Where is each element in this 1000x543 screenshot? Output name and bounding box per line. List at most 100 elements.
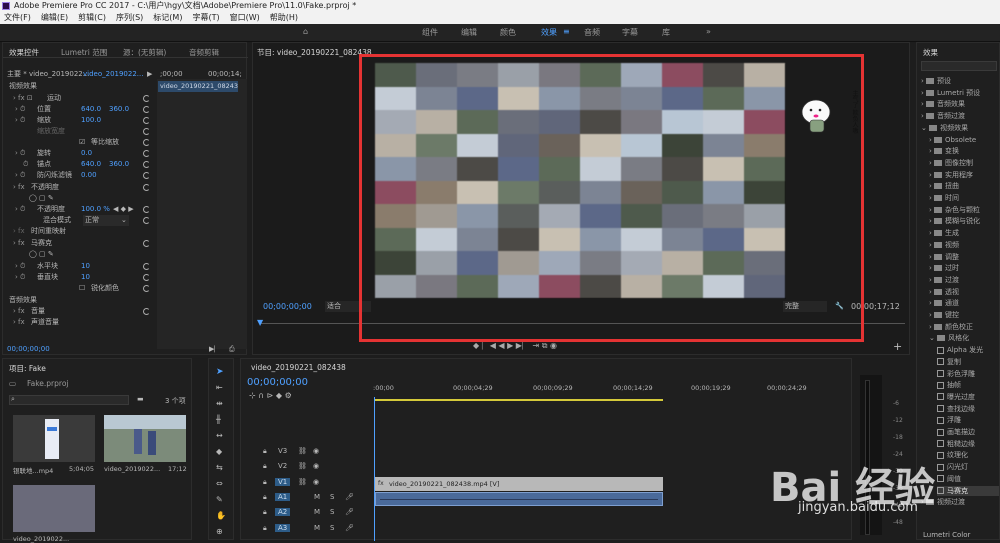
menu-file[interactable]: 文件(F) (4, 13, 31, 22)
chevron-down-icon[interactable]: ⌄ (921, 124, 929, 132)
effects-tree-item[interactable]: › Lumetri 预设 (921, 88, 980, 98)
rotation-value[interactable]: 0.0 (81, 148, 92, 159)
menu-help[interactable]: 帮助(H) (270, 13, 298, 22)
v-blocks-value[interactable]: 10 (81, 272, 90, 283)
razor-icon[interactable]: ◆ (216, 447, 222, 456)
effects-tree-item[interactable]: › 音频过渡 (921, 111, 965, 121)
effects-tree-item[interactable]: 马赛克 (937, 485, 999, 496)
effects-tree-item[interactable]: 复制 (937, 357, 961, 367)
position-y[interactable]: 360.0 (109, 104, 129, 115)
stopwatch-active-icon[interactable]: › ⏱ (15, 204, 26, 215)
track-label-a1[interactable]: A1 (275, 492, 291, 501)
workspace-color[interactable]: 颜色 (500, 27, 516, 38)
reset-icon[interactable] (143, 240, 150, 247)
effects-tree-item[interactable]: › Obsolete (929, 135, 976, 145)
solo-button[interactable]: S (330, 524, 334, 532)
workspace-captions[interactable]: 字幕 (622, 27, 638, 38)
sequence-clip[interactable]: video_2019022... (83, 69, 143, 80)
fx-volume-icon[interactable]: › fx (13, 306, 25, 317)
effects-tree-item[interactable]: 抽帧 (937, 380, 961, 390)
chevron-down-icon[interactable]: ⌄ (929, 334, 937, 342)
track-label-v2[interactable]: V2 (275, 462, 290, 470)
keyframe-nav-icon[interactable]: ◀ ◆ ▶ (113, 204, 134, 215)
effects-tree-item[interactable]: ⌄ 风格化 (929, 333, 969, 343)
reset-icon[interactable] (143, 106, 150, 113)
effects-tree-item[interactable]: › 预设 (921, 76, 951, 86)
mute-button[interactable]: M (314, 508, 320, 516)
rate-stretch-icon[interactable]: ↔ (216, 431, 223, 440)
menu-marker[interactable]: 标记(M) (153, 13, 182, 22)
effects-tree-item[interactable]: ⌄ 视频效果 (921, 123, 968, 133)
effects-tree-item[interactable]: › 透视 (929, 287, 959, 297)
effects-tree-item[interactable]: 彩色浮雕 (937, 369, 975, 379)
fx-time-remap-icon[interactable]: › fx (13, 226, 25, 237)
effects-tree-item[interactable]: 粗糙边缘 (937, 439, 975, 449)
work-area-bar[interactable] (375, 399, 663, 401)
stopwatch-icon[interactable]: › ⏱ (15, 104, 26, 115)
thumbnail-2[interactable] (104, 415, 186, 462)
audio-clip-a1[interactable] (375, 492, 663, 506)
anchor-x[interactable]: 640.0 (81, 159, 101, 170)
effects-tab[interactable]: 效果 (923, 47, 938, 58)
play-icon[interactable]: ▶ (147, 69, 152, 80)
microphone-icon[interactable]: 🎤︎ (345, 508, 354, 516)
slide-icon[interactable]: ⇔ (216, 479, 223, 488)
microphone-icon[interactable]: 🎤︎ (345, 493, 354, 501)
chevron-down-icon[interactable]: ⌄ (121, 215, 127, 226)
effects-tree-item[interactable]: › 调整 (929, 252, 959, 262)
fx-motion-icon[interactable]: › fx ⊡ (13, 93, 33, 104)
effects-tree-item[interactable]: Alpha 发光 (937, 345, 983, 355)
hand-icon[interactable]: ✋ (216, 511, 226, 520)
program-monitor-label[interactable]: 节目: video_20190221_082438 (257, 47, 372, 58)
anchor-y[interactable]: 360.0 (109, 159, 129, 170)
effects-tree-item[interactable]: › 杂色与颗粒 (929, 205, 980, 215)
workspace-editing[interactable]: 编辑 (461, 27, 477, 38)
reset-icon[interactable] (143, 161, 150, 168)
workspace-more[interactable]: » (706, 27, 711, 36)
zoom-icon[interactable]: ⊕ (216, 527, 223, 536)
home-icon[interactable]: ⌂ (303, 27, 308, 36)
reset-icon[interactable] (143, 184, 150, 191)
fx-channel-volume-icon[interactable]: › fx (13, 317, 25, 328)
timeline-tools-icons[interactable]: ⊹ ∩ ⊳ ◆ ⚙ (249, 391, 292, 400)
reset-icon[interactable] (143, 128, 150, 135)
effects-tree-item[interactable]: › 过时 (929, 263, 959, 273)
track-label-a3[interactable]: A3 (275, 523, 291, 532)
effects-tree-item[interactable]: 闪光灯 (937, 462, 968, 472)
effects-tree-item[interactable]: › 模糊与锐化 (929, 216, 980, 226)
solo-button[interactable]: S (330, 508, 334, 516)
track-label-v1[interactable]: V1 (275, 477, 291, 486)
effects-tree-item[interactable]: › 音频效果 (921, 99, 965, 109)
reset-icon[interactable] (143, 139, 150, 146)
effects-tree-item[interactable]: 阈值 (937, 474, 961, 484)
microphone-icon[interactable]: 🎤︎ (345, 524, 354, 532)
track-label-a2[interactable]: A2 (275, 508, 291, 517)
item-1-name[interactable]: 银联地...mp4 (13, 465, 53, 475)
stopwatch-icon[interactable]: › ⏱ (15, 261, 26, 272)
selection-tool-icon[interactable]: ➤ (216, 367, 224, 377)
effects-tree-item[interactable]: › 键控 (929, 310, 959, 320)
reset-icon[interactable] (143, 308, 150, 315)
rolling-edit-icon[interactable]: ╫ (216, 415, 221, 424)
timeline-tab[interactable]: video_20190221_082438 (251, 363, 346, 372)
reset-icon[interactable] (143, 172, 150, 179)
menu-clip[interactable]: 剪辑(C) (78, 13, 106, 22)
scale-value[interactable]: 100.0 (81, 115, 101, 126)
track-label-v3[interactable]: V3 (275, 447, 290, 455)
lumetri-color-tab[interactable]: Lumetri Color (923, 531, 970, 539)
reset-icon[interactable] (143, 263, 150, 270)
bin-icon[interactable]: ▬ (137, 395, 144, 403)
stopwatch-icon[interactable]: › ⏱ (15, 115, 26, 126)
reset-icon[interactable] (143, 274, 150, 281)
menu-title[interactable]: 字幕(T) (192, 13, 219, 22)
eye-icon[interactable]: ◉ (313, 447, 319, 455)
lock-icon[interactable]: 🔒︎ (263, 478, 267, 487)
reset-icon[interactable] (143, 95, 150, 102)
effects-search-input[interactable] (921, 61, 997, 71)
reset-icon[interactable] (143, 217, 150, 224)
antiflicker-value[interactable]: 0.00 (81, 170, 97, 181)
effects-tree-item[interactable]: 曝光过度 (937, 392, 975, 402)
sync-lock-icon[interactable]: ⛓︎ (298, 462, 307, 470)
menu-window[interactable]: 窗口(W) (230, 13, 260, 22)
lock-icon[interactable]: 🔒︎ (263, 462, 267, 471)
